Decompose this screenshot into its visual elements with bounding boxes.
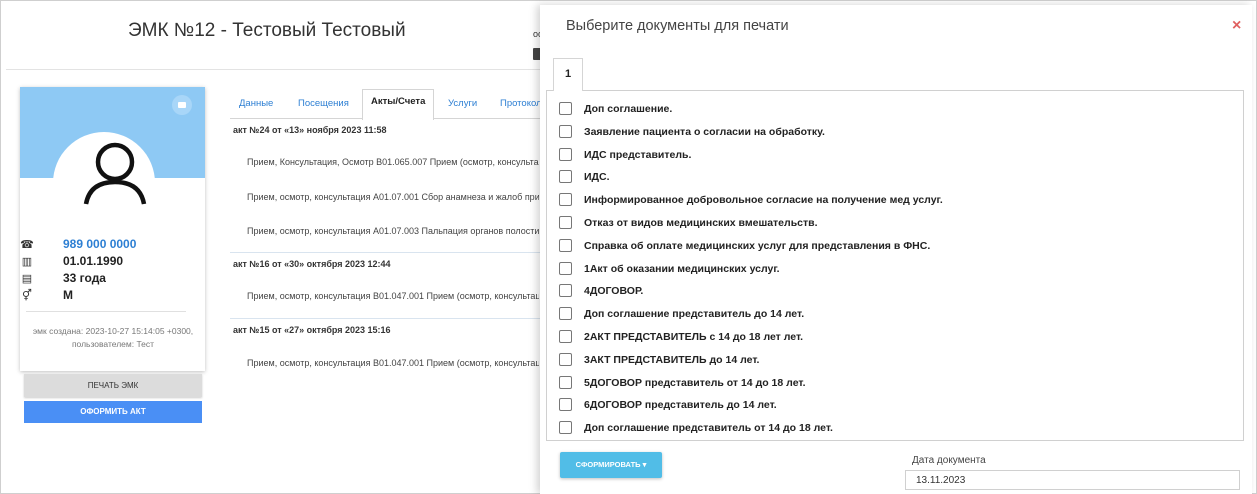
card-divider bbox=[26, 311, 186, 312]
document-checkbox[interactable] bbox=[559, 307, 572, 321]
document-label: 2АКТ ПРЕДСТАВИТЕЛЬ с 14 до 18 лет лет. bbox=[584, 331, 804, 343]
emk-created-info: эмк создана: 2023-10-27 15:14:05 +0300, … bbox=[32, 326, 194, 349]
act-separator bbox=[230, 252, 540, 253]
act-service-line: Прием, осмотр, консультация A01.07.001 С… bbox=[247, 192, 539, 202]
act-service-line: Прием, осмотр, консультация B01.047.001 … bbox=[247, 291, 539, 301]
patient-sex: М bbox=[63, 288, 73, 302]
document-label: Доп соглашение. bbox=[584, 103, 673, 115]
act-heading[interactable]: акт №15 от «27» октября 2023 15:16 bbox=[233, 325, 391, 335]
document-label: ИДС представитель. bbox=[584, 148, 692, 161]
document-checkbox[interactable] bbox=[559, 284, 572, 298]
document-checkbox[interactable] bbox=[559, 330, 572, 343]
page-title: ЭМК №12 - Тестовый Тестовый bbox=[128, 20, 406, 41]
tab-acts[interactable]: Акты/Счета bbox=[362, 89, 435, 120]
document-label: 1Акт об оказании медицинских услуг. bbox=[584, 262, 780, 275]
document-checkbox[interactable] bbox=[559, 102, 572, 115]
document-checkbox[interactable] bbox=[559, 216, 572, 229]
id-card-icon: ▤ bbox=[21, 273, 33, 285]
document-label: 6ДОГОВОР представитель до 14 лет. bbox=[584, 399, 777, 412]
patient-age: 33 года bbox=[63, 271, 106, 285]
gender-icon: ⚥ bbox=[22, 290, 32, 302]
document-label: 5ДОГОВОР представитель от 14 до 18 лет. bbox=[584, 376, 806, 389]
date-label: Дата документа bbox=[912, 455, 986, 466]
user-icon bbox=[83, 142, 147, 205]
phone-icon: ☎ bbox=[20, 239, 34, 251]
document-checkbox[interactable] bbox=[559, 193, 572, 207]
create-act-button[interactable]: ОФОРМИТЬ АКТ bbox=[24, 401, 202, 423]
form-documents-button[interactable]: СФОРМИРОВАТЬ ▾ bbox=[560, 452, 662, 478]
document-date-input[interactable] bbox=[905, 470, 1240, 490]
tab-protocol[interactable]: Протокол bbox=[500, 93, 542, 123]
patient-phone[interactable]: 989 000 0000 bbox=[63, 237, 136, 251]
print-emk-button[interactable]: ПЕЧАТЬ ЭМК bbox=[24, 374, 202, 397]
document-checkbox[interactable] bbox=[559, 352, 572, 366]
modal-title: Выберите документы для печати bbox=[566, 18, 789, 34]
document-label: Информированное добровольное согласие на… bbox=[584, 194, 943, 207]
document-checkbox[interactable] bbox=[559, 261, 572, 275]
document-label: 3АКТ ПРЕДСТАВИТЕЛЬ до 14 лет. bbox=[584, 353, 760, 366]
tab-data[interactable]: Данные bbox=[239, 93, 273, 123]
document-checkbox[interactable] bbox=[559, 170, 572, 184]
tab-page-1[interactable]: 1 bbox=[553, 58, 583, 91]
document-label: 4ДОГОВОР. bbox=[584, 285, 644, 298]
document-checkbox[interactable] bbox=[559, 421, 572, 435]
document-label: Справка об оплате медицинских услуг для … bbox=[584, 239, 931, 252]
document-checkbox[interactable] bbox=[559, 124, 572, 138]
act-separator bbox=[230, 318, 540, 319]
document-label: Заявление пациента о согласии на обработ… bbox=[584, 125, 825, 138]
document-checkbox[interactable] bbox=[559, 398, 572, 412]
tab-visits[interactable]: Посещения bbox=[298, 93, 349, 123]
document-label: Доп соглашение представитель до 14 лет. bbox=[584, 308, 805, 321]
act-heading[interactable]: акт №16 от «30» октября 2023 12:44 bbox=[233, 259, 391, 269]
document-checkbox[interactable] bbox=[559, 238, 572, 252]
document-label: ИДС. bbox=[584, 171, 610, 184]
close-icon[interactable]: × bbox=[1232, 17, 1241, 35]
act-service-line: Прием, осмотр, консультация A01.07.003 П… bbox=[247, 226, 539, 236]
act-heading[interactable]: акт №24 от «13» ноября 2023 11:58 bbox=[233, 125, 386, 135]
document-label: Доп соглашение представитель от 14 до 18… bbox=[584, 422, 833, 435]
document-label: Отказ от видов медицинских вмешательств. bbox=[584, 217, 818, 229]
act-service-line: Прием, Консультация, Осмотр B01.065.007 … bbox=[247, 157, 539, 167]
tab-services[interactable]: Услуги bbox=[448, 93, 477, 123]
cake-icon: ▥ bbox=[21, 256, 33, 268]
act-service-line: Прием, осмотр, консультация B01.047.001 … bbox=[247, 358, 539, 368]
camera-icon[interactable] bbox=[172, 95, 192, 115]
document-checkbox[interactable] bbox=[559, 147, 572, 161]
patient-birth-date: 01.01.1990 bbox=[63, 254, 124, 268]
document-checkbox[interactable] bbox=[559, 375, 572, 389]
